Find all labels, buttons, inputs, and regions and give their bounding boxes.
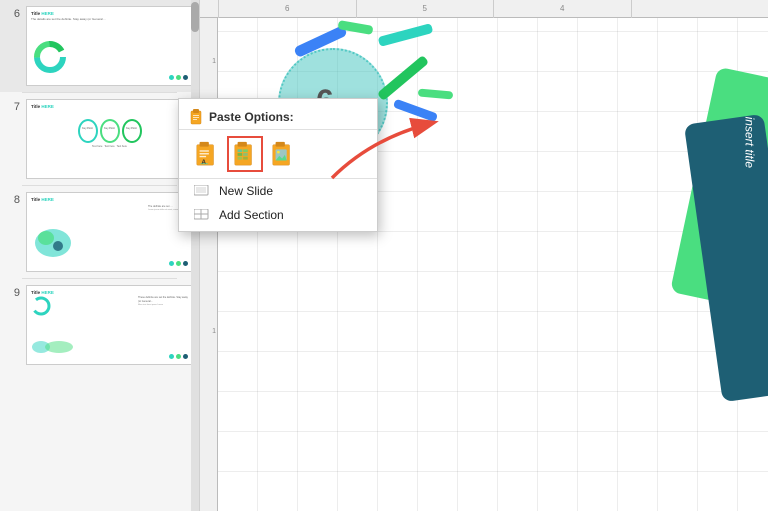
thumb-title-6: Title HERE [31,11,188,16]
paste-destination-btn[interactable] [227,136,263,172]
slide-item-8[interactable]: 8 Title HERE The definite are set … Lore… [0,186,199,278]
clipboard-icon [189,109,203,125]
slide-thumb-6[interactable]: Title HERE The details are set the defin… [26,6,193,86]
context-menu: Paste Options: A [178,98,378,232]
new-slide-label: New Slide [219,184,273,198]
ruler-mark-6: 6 [218,0,356,18]
ruler-mark-3 [631,0,768,18]
new-slide-icon [193,184,211,198]
slide-number-6: 6 [6,6,20,20]
ruler-mark-v-1: 1 [200,58,218,65]
thumb-title-8: Title HERE [31,197,188,202]
slide-thumb-9[interactable]: Title HERE These definite are set the de… [26,285,193,365]
insert-title-label: insert title [742,117,756,168]
paste-options-header: Paste Options: [179,103,377,130]
scrollbar-track [191,0,199,511]
slide-item-7[interactable]: 7 Title HERE Key Point Key Point Key Poi… [0,93,199,185]
ruler-top: 6 5 4 [200,0,768,18]
paste-keep-source-btn[interactable]: A [189,136,225,172]
thumb-title-9: Title HERE [31,290,188,295]
slide-item-9[interactable]: 9 Title HERE These definite are set the … [0,279,199,371]
main-slide-area: 6 5 4 1 0 1 6 insert title [200,0,768,511]
ruler-marks-top: 6 5 4 [200,0,768,18]
ruler-side: 1 0 1 [200,18,218,511]
paste-picture-btn[interactable] [265,136,301,172]
add-section-menu-item[interactable]: Add Section [179,203,377,227]
slide-number-9: 9 [6,285,20,299]
add-section-label: Add Section [219,208,284,222]
ruler-side-content: 1 0 1 [200,18,218,511]
paste-options-label: Paste Options: [209,110,294,124]
new-slide-menu-item[interactable]: New Slide [179,179,377,203]
slide-panel: 6 Title HERE The details are set the def… [0,0,200,511]
ruler-mark-v1: 1 [200,328,218,335]
add-section-icon [193,208,211,222]
slide-number-7: 7 [6,99,20,113]
scrollbar-thumb[interactable] [191,2,199,32]
ruler-mark-5: 5 [356,0,494,18]
slide-number-8: 8 [6,192,20,206]
paste-options-icons: A [179,130,377,179]
slide-thumb-8[interactable]: Title HERE The definite are set … Lorem … [26,192,193,272]
ruler-mark-4: 4 [493,0,631,18]
thumb-title-7: Title HERE [31,104,188,109]
slide-item-6[interactable]: 6 Title HERE The details are set the def… [0,0,199,92]
slide-canvas: 6 insert title [218,18,768,511]
slide-thumb-7[interactable]: Title HERE Key Point Key Point Key Point… [26,99,193,179]
svg-text:A: A [201,159,206,166]
